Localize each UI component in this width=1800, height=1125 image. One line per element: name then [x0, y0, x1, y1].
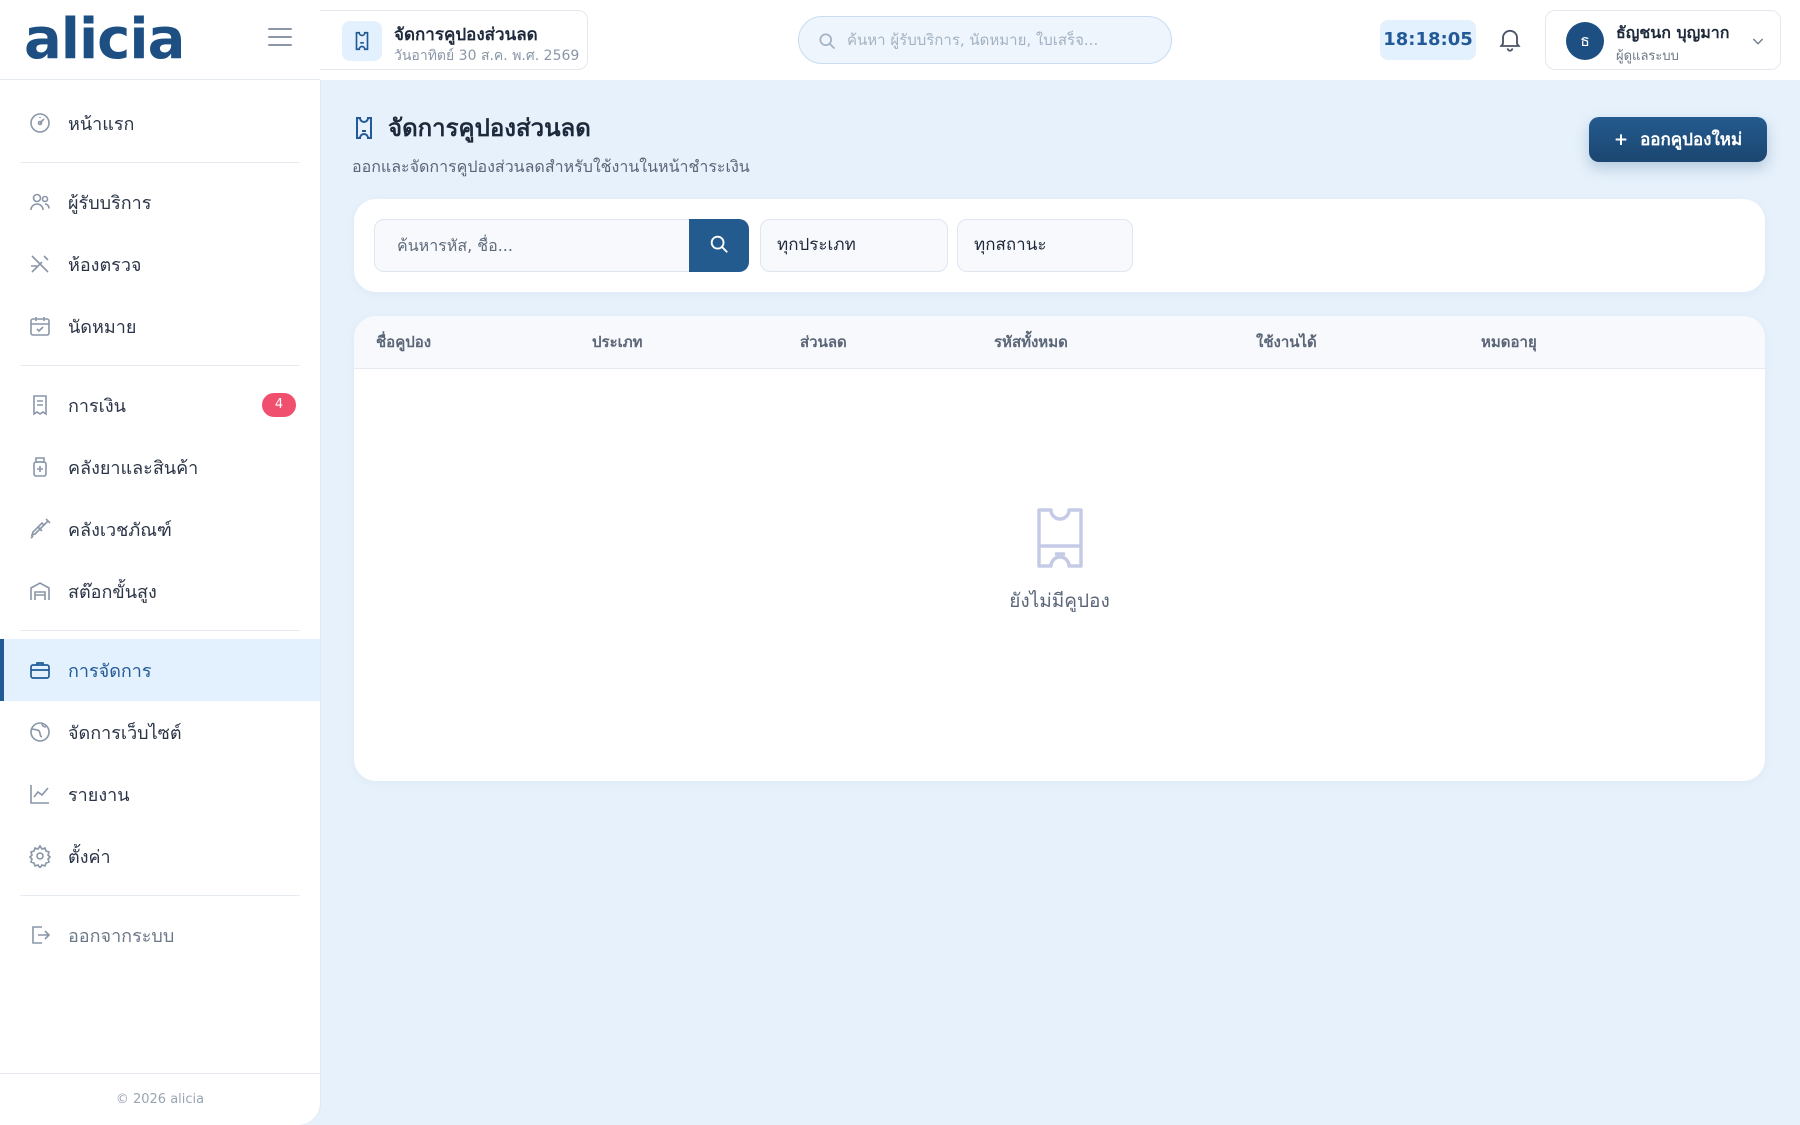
sidebar-item-management[interactable]: การจัดการ	[0, 639, 320, 701]
sidebar-item-label: ห้องตรวจ	[68, 254, 142, 276]
global-search	[798, 16, 1172, 64]
calendar-check-icon	[28, 314, 52, 338]
sidebar-item-advanced-stock[interactable]: สต๊อกขั้นสูง	[0, 560, 320, 622]
globe-icon	[28, 720, 52, 744]
sidebar-item-exam-room[interactable]: ห้องตรวจ	[0, 233, 320, 295]
column-header-total-codes[interactable]: รหัสทั้งหมด	[994, 316, 1068, 369]
column-header-available[interactable]: ใช้งานได้	[1256, 316, 1317, 369]
sidebar-item-pharmacy[interactable]: คลังยาและสินค้า	[0, 436, 320, 498]
sidebar-item-label: ตั้งค่า	[68, 846, 111, 868]
sidebar: alicia หน้าแรก ผู้รับบริการ ห้องตรวจ นัด…	[0, 0, 320, 1125]
coupon-table: ชื่อคูปอง ประเภท ส่วนลด รหัสทั้งหมด ใช้ง…	[354, 316, 1765, 781]
sidebar-item-logout[interactable]: ออกจากระบบ	[0, 904, 320, 966]
column-header-type[interactable]: ประเภท	[592, 316, 643, 369]
sidebar-item-appointments[interactable]: นัดหมาย	[0, 295, 320, 357]
search-button[interactable]	[689, 219, 749, 272]
sidebar-item-reports[interactable]: รายงาน	[0, 763, 320, 825]
ticket-icon	[1035, 506, 1085, 570]
sidebar-item-label: นัดหมาย	[68, 316, 137, 338]
page-title-text: จัดการคูปองส่วนลด	[388, 114, 591, 142]
sidebar-item-label: ออกจากระบบ	[68, 925, 175, 947]
search-icon	[817, 31, 837, 51]
divider	[20, 630, 300, 631]
sidebar-item-label: คลังยาและสินค้า	[68, 457, 199, 479]
briefcase-icon	[28, 658, 52, 682]
warehouse-icon	[28, 579, 52, 603]
search-icon	[708, 233, 730, 258]
app-logo[interactable]: alicia	[24, 6, 185, 74]
logout-icon	[28, 923, 52, 947]
brand-bar: alicia	[0, 0, 320, 80]
sidebar-nav: หน้าแรก ผู้รับบริการ ห้องตรวจ นัดหมาย กา…	[0, 92, 320, 966]
coupon-search-field	[374, 219, 700, 272]
sidebar-item-label: การเงิน	[68, 395, 126, 417]
page-subtitle: ออกและจัดการคูปองส่วนลดสำหรับใช้งานในหน้…	[352, 157, 750, 176]
empty-state-text: ยังไม่มีคูปอง	[1009, 590, 1110, 612]
sidebar-item-label: สต๊อกขั้นสูง	[68, 581, 157, 603]
user-menu[interactable]: ธ ธัญชนก บุญมาก ผู้ดูแลระบบ	[1545, 10, 1781, 70]
sidebar-item-label: การจัดการ	[68, 660, 152, 682]
global-search-input[interactable]	[847, 17, 1157, 62]
status-filter-select[interactable]: ทุกสถานะ	[957, 219, 1133, 272]
breadcrumb-date: วันอาทิตย์ 30 ส.ค. พ.ศ. 2569	[394, 48, 580, 64]
notification-badge: 4	[262, 393, 296, 417]
sidebar-item-settings[interactable]: ตั้งค่า	[0, 825, 320, 887]
sidebar-item-label: รายงาน	[68, 784, 130, 806]
ticket-icon	[352, 115, 376, 141]
column-header-name[interactable]: ชื่อคูปอง	[376, 316, 431, 369]
sidebar-item-finance[interactable]: การเงิน 4	[0, 374, 320, 436]
column-header-expiry[interactable]: หมดอายุ	[1481, 316, 1537, 369]
column-header-discount[interactable]: ส่วนลด	[800, 316, 847, 369]
filter-card: ทุกประเภท ทุกสถานะ	[354, 199, 1765, 292]
menu-toggle-icon[interactable]	[268, 28, 292, 48]
sidebar-item-label: ผู้รับบริการ	[68, 192, 152, 214]
page-header: จัดการคูปองส่วนลด ออกและจัดการคูปองส่วนล…	[352, 108, 750, 180]
ticket-icon	[342, 21, 382, 61]
bell-icon[interactable]	[1496, 24, 1524, 54]
new-coupon-button[interactable]: + ออกคูปองใหม่	[1589, 117, 1767, 162]
clock: 18:18:05	[1380, 20, 1476, 60]
gear-icon	[28, 844, 52, 868]
sidebar-item-home[interactable]: หน้าแรก	[0, 92, 320, 154]
plus-icon: +	[1613, 129, 1629, 150]
sidebar-item-medical-supplies[interactable]: คลังเวชภัณฑ์	[0, 498, 320, 560]
top-bar: จัดการคูปองส่วนลด วันอาทิตย์ 30 ส.ค. พ.ศ…	[320, 0, 1800, 80]
copyright-text: © 2026 alicia	[0, 1073, 320, 1125]
stethoscope-icon	[28, 252, 52, 276]
dashboard-icon	[28, 111, 52, 135]
empty-state: ยังไม่มีคูปอง	[354, 506, 1765, 616]
receipt-icon	[28, 393, 52, 417]
page-title: จัดการคูปองส่วนลด	[352, 108, 750, 147]
sidebar-item-patients[interactable]: ผู้รับบริการ	[0, 171, 320, 233]
sidebar-item-label: จัดการเว็บไซต์	[68, 722, 182, 744]
user-name: ธัญชนก บุญมาก	[1616, 23, 1730, 42]
breadcrumb: จัดการคูปองส่วนลด วันอาทิตย์ 30 ส.ค. พ.ศ…	[320, 10, 588, 70]
medicine-bottle-icon	[28, 455, 52, 479]
users-icon	[28, 190, 52, 214]
sidebar-item-website[interactable]: จัดการเว็บไซต์	[0, 701, 320, 763]
chevron-down-icon	[1750, 33, 1766, 49]
syringe-icon	[28, 517, 52, 541]
table-header: ชื่อคูปอง ประเภท ส่วนลด รหัสทั้งหมด ใช้ง…	[354, 316, 1765, 369]
divider	[20, 895, 300, 896]
avatar: ธ	[1566, 22, 1604, 60]
chart-line-icon	[28, 782, 52, 806]
sidebar-item-label: คลังเวชภัณฑ์	[68, 519, 172, 541]
type-filter-select[interactable]: ทุกประเภท	[760, 219, 948, 272]
sidebar-item-label: หน้าแรก	[68, 113, 135, 135]
user-role: ผู้ดูแลระบบ	[1616, 49, 1679, 64]
divider	[20, 162, 300, 163]
breadcrumb-title: จัดการคูปองส่วนลด	[394, 25, 538, 45]
coupon-search-input[interactable]	[375, 220, 689, 270]
divider	[20, 365, 300, 366]
new-coupon-label: ออกคูปองใหม่	[1640, 130, 1743, 150]
